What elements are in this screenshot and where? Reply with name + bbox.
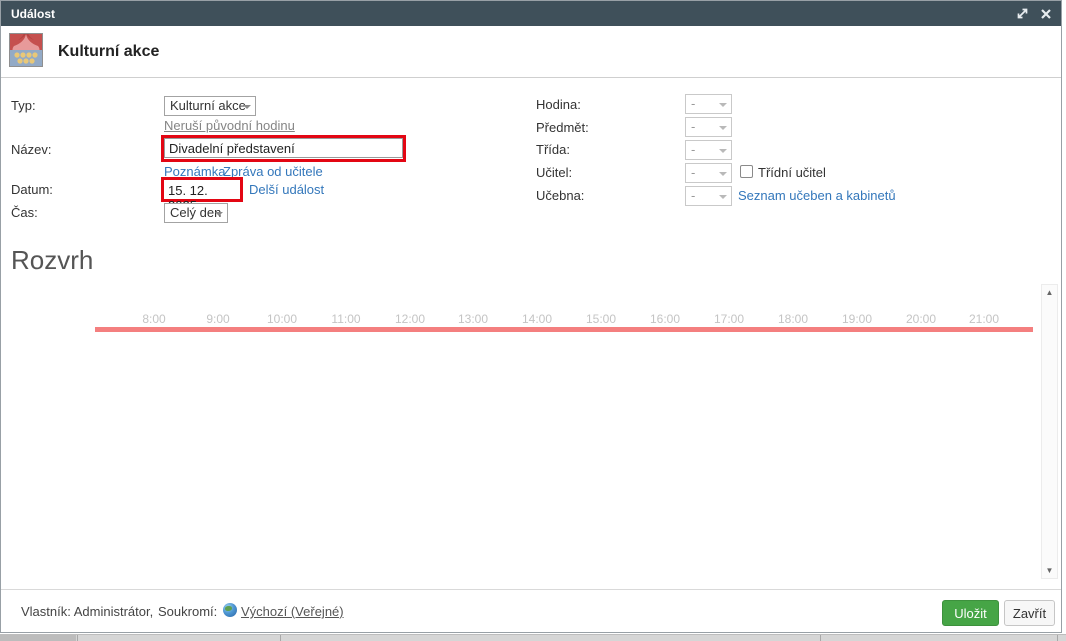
timeline-hour: 17:00 (699, 312, 759, 326)
hodina-select-value: - (691, 96, 695, 111)
dialog-title: Událost (1, 7, 55, 21)
event-dialog: Událost (0, 0, 1062, 633)
cas-select[interactable]: Celý den (164, 203, 228, 223)
predmet-select-value: - (691, 119, 695, 134)
nazev-input[interactable] (164, 138, 403, 158)
chevron-down-icon (719, 149, 727, 153)
tridni-ucitel-checkbox[interactable] (740, 165, 753, 178)
vertical-scrollbar[interactable]: ▲ ▼ (1041, 284, 1058, 579)
timeline-hour: 18:00 (763, 312, 823, 326)
timeline-hour: 14:00 (507, 312, 567, 326)
close-button[interactable]: Zavřít (1004, 600, 1055, 626)
timeline-hour: 15:00 (571, 312, 631, 326)
ucitel-select-value: - (691, 165, 695, 180)
background-page-strip (0, 634, 1066, 641)
footer-divider (1, 589, 1061, 590)
screen: Událost (0, 0, 1066, 641)
timeline-hour: 9:00 (188, 312, 248, 326)
timeline-hour: 10:00 (252, 312, 312, 326)
hodina-label: Hodina: (536, 97, 581, 112)
ucebna-label: Učebna: (536, 188, 584, 203)
timeline-hour: 16:00 (635, 312, 695, 326)
chevron-down-icon (719, 103, 727, 107)
nazev-label: Název: (11, 142, 51, 157)
page-title: Kulturní akce (58, 43, 159, 61)
globe-icon (223, 603, 237, 617)
timeline-hour: 8:00 (124, 312, 184, 326)
hodina-select[interactable]: - (685, 94, 732, 114)
seznam-uceben-link[interactable]: Seznam učeben a kabinetů (738, 188, 896, 203)
timeline-hour: 20:00 (891, 312, 951, 326)
datum-annotation-box: 15. 12. 2025 (161, 177, 243, 202)
ucitel-label: Učitel: (536, 165, 572, 180)
privacy-link[interactable]: Výchozí (Veřejné) (241, 604, 344, 619)
timeline-hour: 11:00 (316, 312, 376, 326)
typ-select[interactable]: Kulturní akce (164, 96, 256, 116)
cas-label: Čas: (11, 205, 38, 220)
typ-select-value: Kulturní akce (170, 98, 246, 113)
datum-label: Datum: (11, 182, 53, 197)
owner-text: Vlastník: Administrátor, (21, 604, 153, 619)
close-icon[interactable] (1039, 7, 1053, 21)
trida-label: Třída: (536, 142, 570, 157)
delsi-udalost-link[interactable]: Delší událost (249, 182, 324, 197)
cas-select-value: Celý den (170, 205, 221, 220)
rozvrh-title: Rozvrh (11, 245, 93, 276)
nerusi-puvodni-hodinu-link[interactable]: Neruší původní hodinu (164, 118, 295, 133)
chevron-down-icon (215, 212, 223, 216)
timeline-hour: 12:00 (380, 312, 440, 326)
trida-select-value: - (691, 142, 695, 157)
timeline-hour: 19:00 (827, 312, 887, 326)
chevron-down-icon (719, 126, 727, 130)
scroll-up-icon[interactable]: ▲ (1042, 288, 1057, 297)
scroll-down-icon[interactable]: ▼ (1042, 566, 1057, 575)
timeline-hour: 21:00 (954, 312, 1014, 326)
tridni-ucitel-label: Třídní učitel (758, 165, 826, 180)
maximize-icon[interactable] (1015, 7, 1029, 21)
predmet-label: Předmět: (536, 120, 589, 135)
nazev-annotation-box (161, 135, 406, 162)
ucitel-select[interactable]: - (685, 163, 732, 183)
chevron-down-icon (719, 195, 727, 199)
cultural-event-icon (9, 33, 43, 72)
privacy-label: Soukromí: (158, 604, 217, 619)
ucebna-select[interactable]: - (685, 186, 732, 206)
ucebna-select-value: - (691, 188, 695, 203)
chevron-down-icon (243, 105, 251, 109)
chevron-down-icon (719, 172, 727, 176)
predmet-select[interactable]: - (685, 117, 732, 137)
save-button[interactable]: Uložit (942, 600, 999, 626)
trida-select[interactable]: - (685, 140, 732, 160)
timeline-hour: 13:00 (443, 312, 503, 326)
timeline-current-bar (95, 327, 1033, 332)
header-divider (1, 77, 1061, 78)
dialog-titlebar: Událost (1, 1, 1061, 26)
typ-label: Typ: (11, 98, 36, 113)
